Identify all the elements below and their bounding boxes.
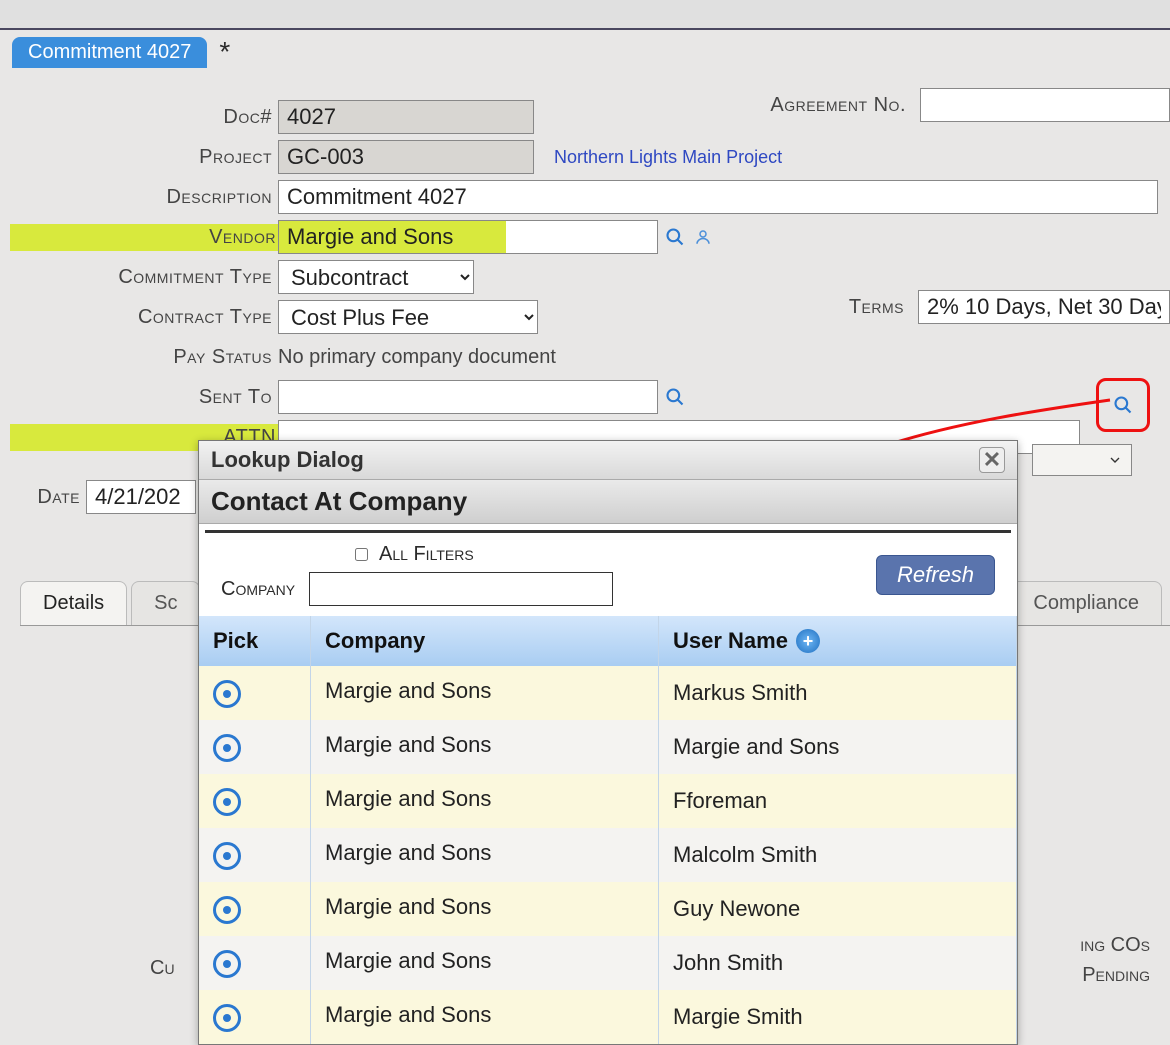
pick-radio[interactable] bbox=[213, 842, 241, 870]
col-header-user-label: User Name bbox=[673, 628, 788, 654]
add-user-icon[interactable]: + bbox=[796, 629, 820, 653]
dirty-indicator: * bbox=[219, 36, 230, 68]
vendor-label: Vendor bbox=[10, 224, 280, 251]
pick-radio[interactable] bbox=[213, 734, 241, 762]
cell-company: Margie and Sons bbox=[311, 828, 659, 882]
cell-user: Markus Smith bbox=[659, 666, 1017, 720]
contract-type-label: Contract Type bbox=[10, 306, 278, 329]
dialog-close-button[interactable]: ✕ bbox=[979, 447, 1005, 473]
date-row: Date bbox=[10, 480, 196, 514]
pick-radio[interactable] bbox=[213, 680, 241, 708]
doc-number-label: Doc# bbox=[10, 106, 278, 129]
dialog-table-body: Margie and SonsMarkus SmithMargie and So… bbox=[199, 666, 1017, 1044]
cell-user: Malcolm Smith bbox=[659, 828, 1017, 882]
tab-details[interactable]: Details bbox=[20, 581, 127, 625]
cell-company: Margie and Sons bbox=[311, 936, 659, 990]
footer-right-fragment: ing COs Pending bbox=[1080, 930, 1150, 990]
cell-user: Margie and Sons bbox=[659, 720, 1017, 774]
commitment-type-select[interactable]: Subcontract bbox=[278, 260, 474, 294]
cell-company: Margie and Sons bbox=[311, 882, 659, 936]
pay-status-value: No primary company document bbox=[278, 346, 556, 369]
pay-status-label: Pay Status bbox=[10, 346, 278, 369]
table-row[interactable]: Margie and SonsMalcolm Smith bbox=[199, 828, 1017, 882]
commitment-type-label: Commitment Type bbox=[10, 266, 278, 289]
project-name-link[interactable]: Northern Lights Main Project bbox=[554, 147, 782, 168]
terms-label: Terms bbox=[849, 296, 910, 319]
refresh-button[interactable]: Refresh bbox=[876, 555, 995, 595]
cell-user: Guy Newone bbox=[659, 882, 1017, 936]
document-tab[interactable]: Commitment 4027 bbox=[12, 37, 207, 68]
sent-to-lookup-icon[interactable] bbox=[664, 386, 686, 408]
sent-to-field[interactable] bbox=[278, 380, 658, 414]
footer-left-fragment: Cu bbox=[150, 957, 175, 980]
cell-user: Fforeman bbox=[659, 774, 1017, 828]
doc-number-field[interactable] bbox=[278, 100, 534, 134]
company-filter-label: Company bbox=[221, 578, 295, 601]
table-row[interactable]: Margie and SonsMarkus Smith bbox=[199, 666, 1017, 720]
attn-lookup-highlight bbox=[1096, 378, 1150, 432]
window-titlebar bbox=[0, 0, 1170, 30]
col-header-pick[interactable]: Pick bbox=[199, 616, 311, 666]
cell-company: Margie and Sons bbox=[311, 720, 659, 774]
dropdown-below-attn[interactable] bbox=[1032, 444, 1132, 476]
dialog-filter-bar: All Filters Company Refresh bbox=[205, 530, 1011, 616]
cell-user: John Smith bbox=[659, 936, 1017, 990]
document-tab-row: Commitment 4027 * bbox=[0, 30, 1170, 68]
table-row[interactable]: Margie and SonsGuy Newone bbox=[199, 882, 1017, 936]
agreement-no-field[interactable] bbox=[920, 88, 1170, 122]
lookup-dialog: Lookup Dialog ✕ Contact At Company All F… bbox=[198, 440, 1018, 1045]
project-field[interactable] bbox=[278, 140, 534, 174]
dialog-subtitle: Contact At Company bbox=[199, 480, 1017, 524]
sent-to-label: Sent To bbox=[10, 386, 278, 409]
close-icon: ✕ bbox=[983, 447, 1001, 473]
person-icon[interactable] bbox=[692, 226, 714, 248]
tab-second[interactable]: Sc bbox=[131, 581, 200, 625]
table-row[interactable]: Margie and SonsJohn Smith bbox=[199, 936, 1017, 990]
dialog-title: Lookup Dialog bbox=[211, 447, 364, 473]
agreement-no-label: Agreement No. bbox=[770, 94, 912, 117]
cell-company: Margie and Sons bbox=[311, 990, 659, 1044]
vendor-field[interactable] bbox=[278, 220, 658, 254]
contract-type-select[interactable]: Cost Plus Fee bbox=[278, 300, 538, 334]
cell-user: Margie Smith bbox=[659, 990, 1017, 1044]
table-row[interactable]: Margie and SonsMargie Smith bbox=[199, 990, 1017, 1044]
cell-company: Margie and Sons bbox=[311, 666, 659, 720]
col-header-user[interactable]: User Name + bbox=[659, 616, 1017, 666]
chevron-down-icon bbox=[1107, 452, 1123, 468]
all-filters-label: All Filters bbox=[379, 543, 474, 566]
pick-radio[interactable] bbox=[213, 788, 241, 816]
company-filter-input[interactable] bbox=[309, 572, 613, 606]
pick-radio[interactable] bbox=[213, 1004, 241, 1032]
vendor-lookup-icon[interactable] bbox=[664, 226, 686, 248]
description-label: Description bbox=[10, 186, 278, 209]
table-row[interactable]: Margie and SonsFforeman bbox=[199, 774, 1017, 828]
pick-radio[interactable] bbox=[213, 896, 241, 924]
date-label: Date bbox=[10, 486, 86, 509]
table-row[interactable]: Margie and SonsMargie and Sons bbox=[199, 720, 1017, 774]
cell-company: Margie and Sons bbox=[311, 774, 659, 828]
attn-lookup-icon[interactable] bbox=[1112, 394, 1134, 416]
dialog-table-header: Pick Company User Name + bbox=[199, 616, 1017, 666]
terms-field[interactable] bbox=[918, 290, 1170, 324]
date-field[interactable] bbox=[86, 480, 196, 514]
footer-line-pending: Pending bbox=[1080, 960, 1150, 990]
commitment-form: Doc# Agreement No. Project Northern Ligh… bbox=[10, 98, 1160, 456]
all-filters-checkbox[interactable] bbox=[355, 548, 368, 561]
pick-radio[interactable] bbox=[213, 950, 241, 978]
description-field[interactable] bbox=[278, 180, 1158, 214]
tab-compliance[interactable]: Compliance bbox=[1010, 581, 1162, 625]
col-header-company[interactable]: Company bbox=[311, 616, 659, 666]
footer-line-cos: ing COs bbox=[1080, 930, 1150, 960]
project-label: Project bbox=[10, 146, 278, 169]
